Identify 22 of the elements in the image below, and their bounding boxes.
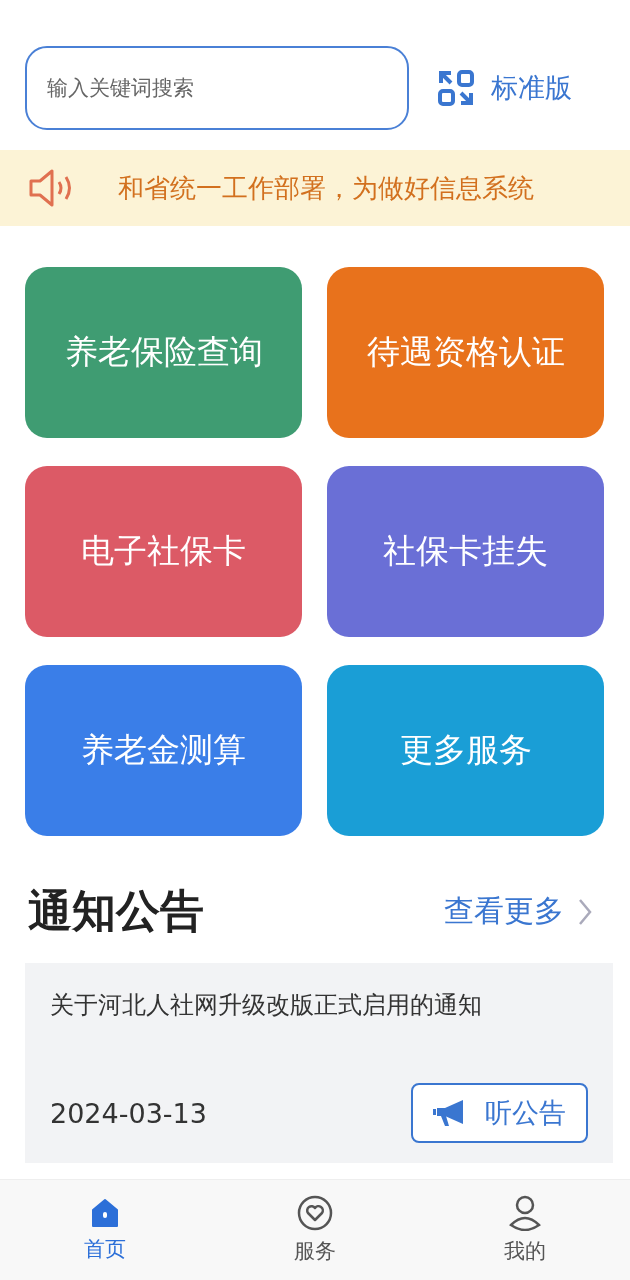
person-icon: [508, 1195, 542, 1231]
service-tile[interactable]: 电子社保卡: [25, 466, 302, 637]
nav-tab[interactable]: 服务: [255, 1194, 375, 1266]
nav-tab[interactable]: 首页: [45, 1196, 165, 1264]
notice-card[interactable]: 关于河北人社网升级改版正式启用的通知 2024-03-13 听公告: [25, 963, 613, 1163]
notice-title: 关于河北人社网升级改版正式启用的通知: [50, 990, 483, 1021]
more-link[interactable]: 查看更多: [444, 891, 592, 932]
notice-date: 2024-03-13: [50, 1097, 207, 1129]
service-tile[interactable]: 养老保险查询: [25, 267, 302, 438]
switch-icon: [437, 69, 475, 107]
marquee-text: 和省统一工作部署，为做好信息系统: [118, 171, 534, 205]
service-tile[interactable]: 养老金测算: [25, 665, 302, 836]
nav-tab[interactable]: 我的: [465, 1194, 585, 1266]
service-tile[interactable]: 社保卡挂失: [327, 466, 604, 637]
section-title: 通知公告: [28, 884, 204, 938]
version-link[interactable]: 标准版: [437, 69, 572, 107]
service-tile[interactable]: 待遇资格认证: [327, 267, 604, 438]
service-tile[interactable]: 更多服务: [327, 665, 604, 836]
chevron-icon: [578, 897, 592, 926]
home-icon: [89, 1197, 121, 1229]
listen-button[interactable]: 听公告: [411, 1083, 588, 1143]
search-field[interactable]: 输入关键词搜索: [25, 46, 409, 130]
